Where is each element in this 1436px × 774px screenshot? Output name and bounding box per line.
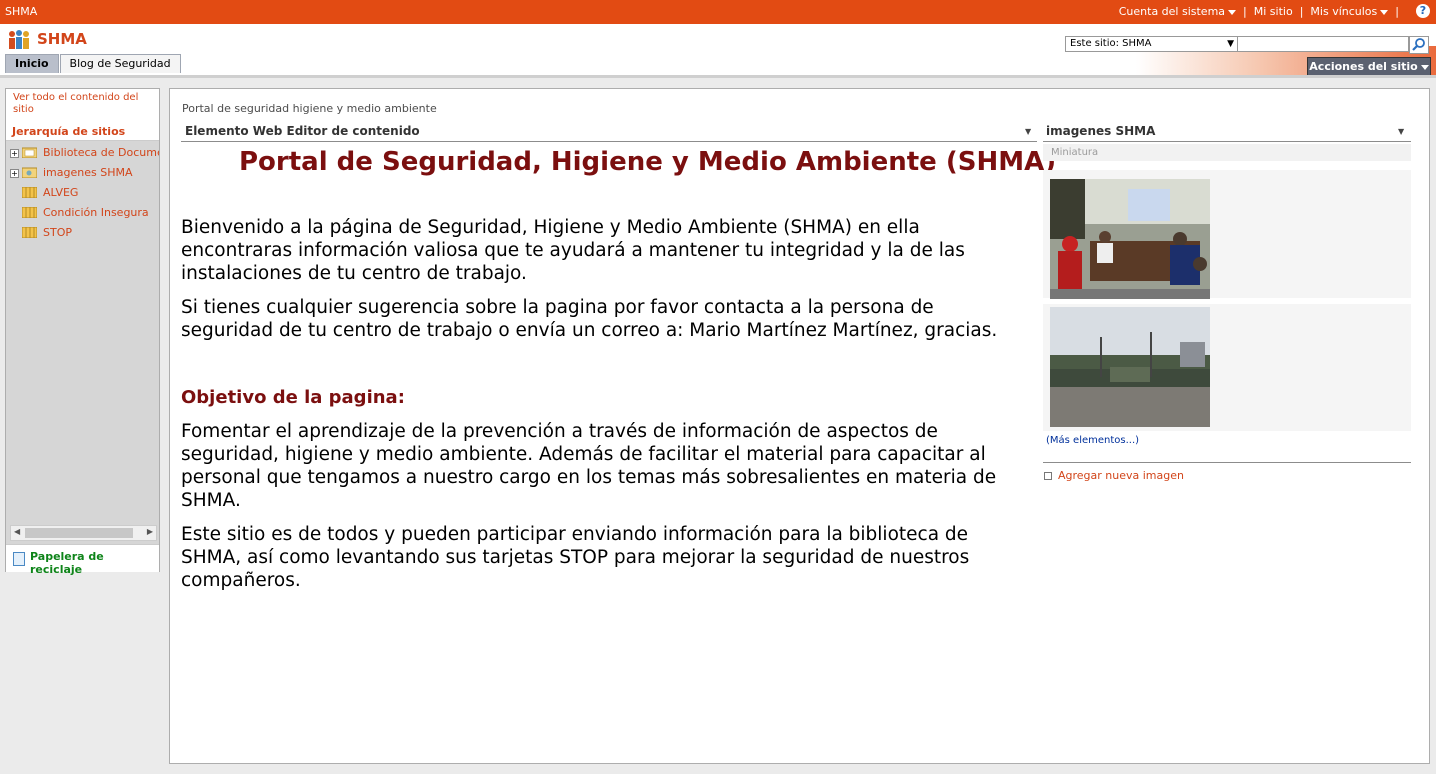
chevron-down-icon <box>1228 9 1237 15</box>
contact-paragraph: Si tienes cualquier sugerencia sobre la … <box>181 297 998 341</box>
separator: | <box>1243 5 1247 18</box>
images-webpart-title[interactable]: imagenes SHMA <box>1046 124 1155 138</box>
list-icon <box>22 227 37 238</box>
tree-item-condicion-insegura[interactable]: Condición Insegura <box>10 205 159 223</box>
webpart-title-rule <box>1043 141 1411 142</box>
page-title: Portal de Seguridad, Higiene y Medio Amb… <box>239 147 1057 177</box>
site-actions-label: Acciones del sitio <box>1309 60 1418 73</box>
plant-photo-thumbnail[interactable] <box>1050 307 1210 427</box>
thumbnail-column-label: Miniatura <box>1051 147 1099 158</box>
my-links-label: Mis vínculos <box>1310 5 1378 18</box>
site-actions-menu[interactable]: Acciones del sitio <box>1307 57 1431 77</box>
picture-library-icon <box>22 167 37 178</box>
tree-item-biblioteca[interactable]: + Biblioteca de Documentos <box>10 145 159 163</box>
more-items-link[interactable]: (Más elementos...) <box>1046 435 1139 446</box>
tab-inicio[interactable]: Inicio <box>5 54 59 73</box>
search-scope-value: Este sitio: SHMA <box>1070 38 1152 49</box>
tree-item-label: STOP <box>43 226 72 239</box>
main-content: Portal de seguridad higiene y medio ambi… <box>169 88 1430 764</box>
scrollbar-thumb[interactable] <box>25 528 133 538</box>
site-header: SHMA Inicio Blog de Seguridad Este sitio… <box>0 24 1436 77</box>
tree-item-label: ALVEG <box>43 186 79 199</box>
add-new-image-link[interactable]: Agregar nueva imagen <box>1044 469 1184 482</box>
document-library-icon <box>22 147 37 158</box>
participation-paragraph: Este sitio es de todos y pueden particip… <box>181 524 970 591</box>
tree-item-label: imagenes SHMA <box>43 166 133 179</box>
view-all-content-link[interactable]: Ver todo el contenido del sitio <box>13 92 143 116</box>
add-icon <box>1044 472 1052 480</box>
help-icon[interactable]: ? <box>1416 4 1430 18</box>
separator: | <box>1395 5 1399 18</box>
webpart-menu-icon[interactable]: ▼ <box>1025 127 1031 136</box>
scroll-left-icon[interactable]: ◀ <box>14 527 20 536</box>
dropdown-arrow-icon: ▼ <box>1227 39 1234 49</box>
tab-blog-de-seguridad[interactable]: Blog de Seguridad <box>59 54 181 73</box>
image-row <box>1043 170 1411 299</box>
top-nav-tabs: Inicio Blog de Seguridad <box>5 54 182 73</box>
content-webpart-title: Elemento Web Editor de contenido <box>185 124 420 138</box>
list-icon <box>22 207 37 218</box>
tree-item-label: Biblioteca de Documentos <box>43 146 159 159</box>
quick-launch: Ver todo el contenido del sitio Jerarquí… <box>5 88 160 576</box>
site-title[interactable]: SHMA <box>37 30 87 48</box>
welcome-paragraph: Bienvenido a la página de Seguridad, Hig… <box>181 217 965 284</box>
thumbnail-column-header[interactable]: Miniatura <box>1043 144 1411 161</box>
expand-icon[interactable]: + <box>10 149 19 158</box>
site-hierarchy-link[interactable]: Jerarquía de sitios <box>12 125 125 138</box>
webpart-title-rule <box>181 141 1037 142</box>
meeting-photo-thumbnail[interactable] <box>1050 179 1210 299</box>
search-input[interactable] <box>1237 36 1409 52</box>
search-button[interactable] <box>1409 36 1429 54</box>
horizontal-scrollbar[interactable]: ◀ ▶ <box>10 525 157 541</box>
system-account-menu[interactable]: Cuenta del sistema <box>1118 5 1237 18</box>
recycle-bin-label: Papelera de reciclaje <box>30 550 104 576</box>
tree-item-alveg[interactable]: ALVEG <box>10 185 159 203</box>
add-new-image-label: Agregar nueva imagen <box>1058 469 1184 482</box>
list-icon <box>22 187 37 198</box>
breadcrumb: Portal de seguridad higiene y medio ambi… <box>182 102 437 115</box>
objective-heading: Objetivo de la pagina: <box>181 387 405 408</box>
image-row <box>1043 304 1411 431</box>
site-hierarchy-header: Jerarquía de sitios <box>6 121 159 141</box>
recycle-bin[interactable]: Papelera de reciclaje <box>6 544 159 576</box>
system-account-label: Cuenta del sistema <box>1118 5 1226 18</box>
add-image-rule <box>1043 462 1411 463</box>
chevron-down-icon <box>1420 64 1429 70</box>
scroll-right-icon[interactable]: ▶ <box>147 527 153 536</box>
webpart-menu-icon[interactable]: ▼ <box>1398 127 1404 136</box>
site-people-icon <box>9 30 29 49</box>
search-scope-select[interactable]: Este sitio: SHMA ▼ <box>1065 36 1239 52</box>
tree-item-imagenes[interactable]: + imagenes SHMA <box>10 165 159 183</box>
tree-item-label: Condición Insegura <box>43 206 149 219</box>
separator: | <box>1299 5 1304 18</box>
global-top-bar: SHMA Cuenta del sistema | Mi sitio | Mis… <box>0 0 1436 24</box>
recycle-bin-icon <box>13 552 25 566</box>
chevron-down-icon <box>1380 9 1389 15</box>
expand-icon[interactable]: + <box>10 169 19 178</box>
my-links-menu[interactable]: Mis vínculos <box>1310 5 1389 18</box>
my-site-link[interactable]: Mi sitio <box>1254 5 1293 18</box>
tree-item-stop[interactable]: STOP <box>10 225 159 243</box>
header-divider <box>0 75 1436 78</box>
search-icon <box>1412 38 1425 51</box>
top-links: Cuenta del sistema | Mi sitio | Mis vínc… <box>1119 5 1406 18</box>
objective-paragraph: Fomentar el aprendizaje de la prevención… <box>181 421 997 511</box>
top-site-link[interactable]: SHMA <box>5 5 37 18</box>
